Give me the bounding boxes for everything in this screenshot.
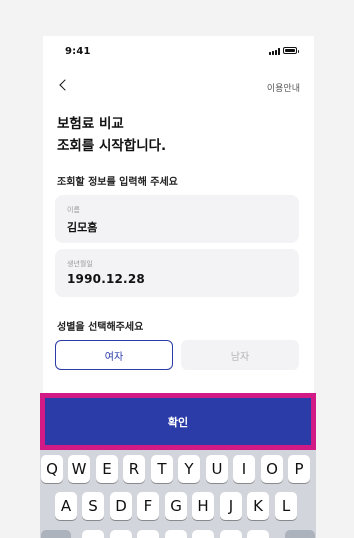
- key-d[interactable]: D: [110, 492, 132, 520]
- status-time: 9:41: [65, 46, 91, 57]
- key-g[interactable]: G: [165, 492, 187, 520]
- title-line-1: 보험료 비교: [57, 116, 124, 132]
- title-line-2: 조회를 시작합니다.: [57, 138, 167, 154]
- key-w[interactable]: W: [68, 455, 90, 483]
- key-n[interactable]: [220, 530, 242, 538]
- key-p[interactable]: P: [288, 455, 310, 483]
- key-c[interactable]: [137, 530, 159, 538]
- key-i[interactable]: I: [233, 455, 255, 483]
- battery-icon: [283, 47, 299, 54]
- gender-male-button[interactable]: 남자: [181, 340, 299, 370]
- info-section-label: 조회할 정보를 입력해 주세요: [57, 177, 178, 188]
- key-j[interactable]: J: [220, 492, 242, 520]
- key-t[interactable]: T: [151, 455, 173, 483]
- key-r[interactable]: R: [123, 455, 145, 483]
- gender-female-button[interactable]: 여자: [55, 340, 173, 370]
- key-z[interactable]: [82, 530, 104, 538]
- key-o[interactable]: O: [261, 455, 283, 483]
- birthdate-field-caption: 생년월일: [67, 260, 93, 268]
- key-q[interactable]: Q: [41, 455, 63, 483]
- name-field[interactable]: 이름 김모흠: [55, 195, 299, 243]
- confirm-button[interactable]: 확인: [45, 398, 311, 445]
- shift-key-icon[interactable]: [41, 530, 71, 538]
- birthdate-field-value[interactable]: 1990.12.28: [67, 272, 145, 286]
- status-bar: 9:41: [43, 36, 314, 64]
- name-field-value[interactable]: 김모흠: [67, 219, 97, 235]
- key-l[interactable]: L: [275, 492, 297, 520]
- key-h[interactable]: H: [192, 492, 214, 520]
- key-x[interactable]: [110, 530, 132, 538]
- key-u[interactable]: U: [206, 455, 228, 483]
- backspace-key-icon[interactable]: [285, 530, 315, 538]
- keyboard: Q W E R T Y U I O P A S D F G H J K L: [40, 450, 316, 538]
- key-m[interactable]: [247, 530, 269, 538]
- gender-section-label: 성별을 선택해주세요: [57, 322, 144, 333]
- back-arrow-icon[interactable]: [55, 76, 75, 96]
- signal-icon: [269, 48, 280, 55]
- key-b[interactable]: [192, 530, 214, 538]
- name-field-caption: 이름: [67, 206, 80, 214]
- key-e[interactable]: E: [96, 455, 118, 483]
- page-title: 보험료 비교 조회를 시작합니다.: [57, 113, 166, 157]
- birthdate-field[interactable]: 생년월일 1990.12.28: [55, 249, 299, 297]
- key-y[interactable]: Y: [178, 455, 200, 483]
- key-v[interactable]: [165, 530, 187, 538]
- key-s[interactable]: S: [82, 492, 104, 520]
- help-link[interactable]: 이용안내: [267, 81, 300, 94]
- key-a[interactable]: A: [55, 492, 77, 520]
- key-k[interactable]: K: [247, 492, 269, 520]
- key-f[interactable]: F: [137, 492, 159, 520]
